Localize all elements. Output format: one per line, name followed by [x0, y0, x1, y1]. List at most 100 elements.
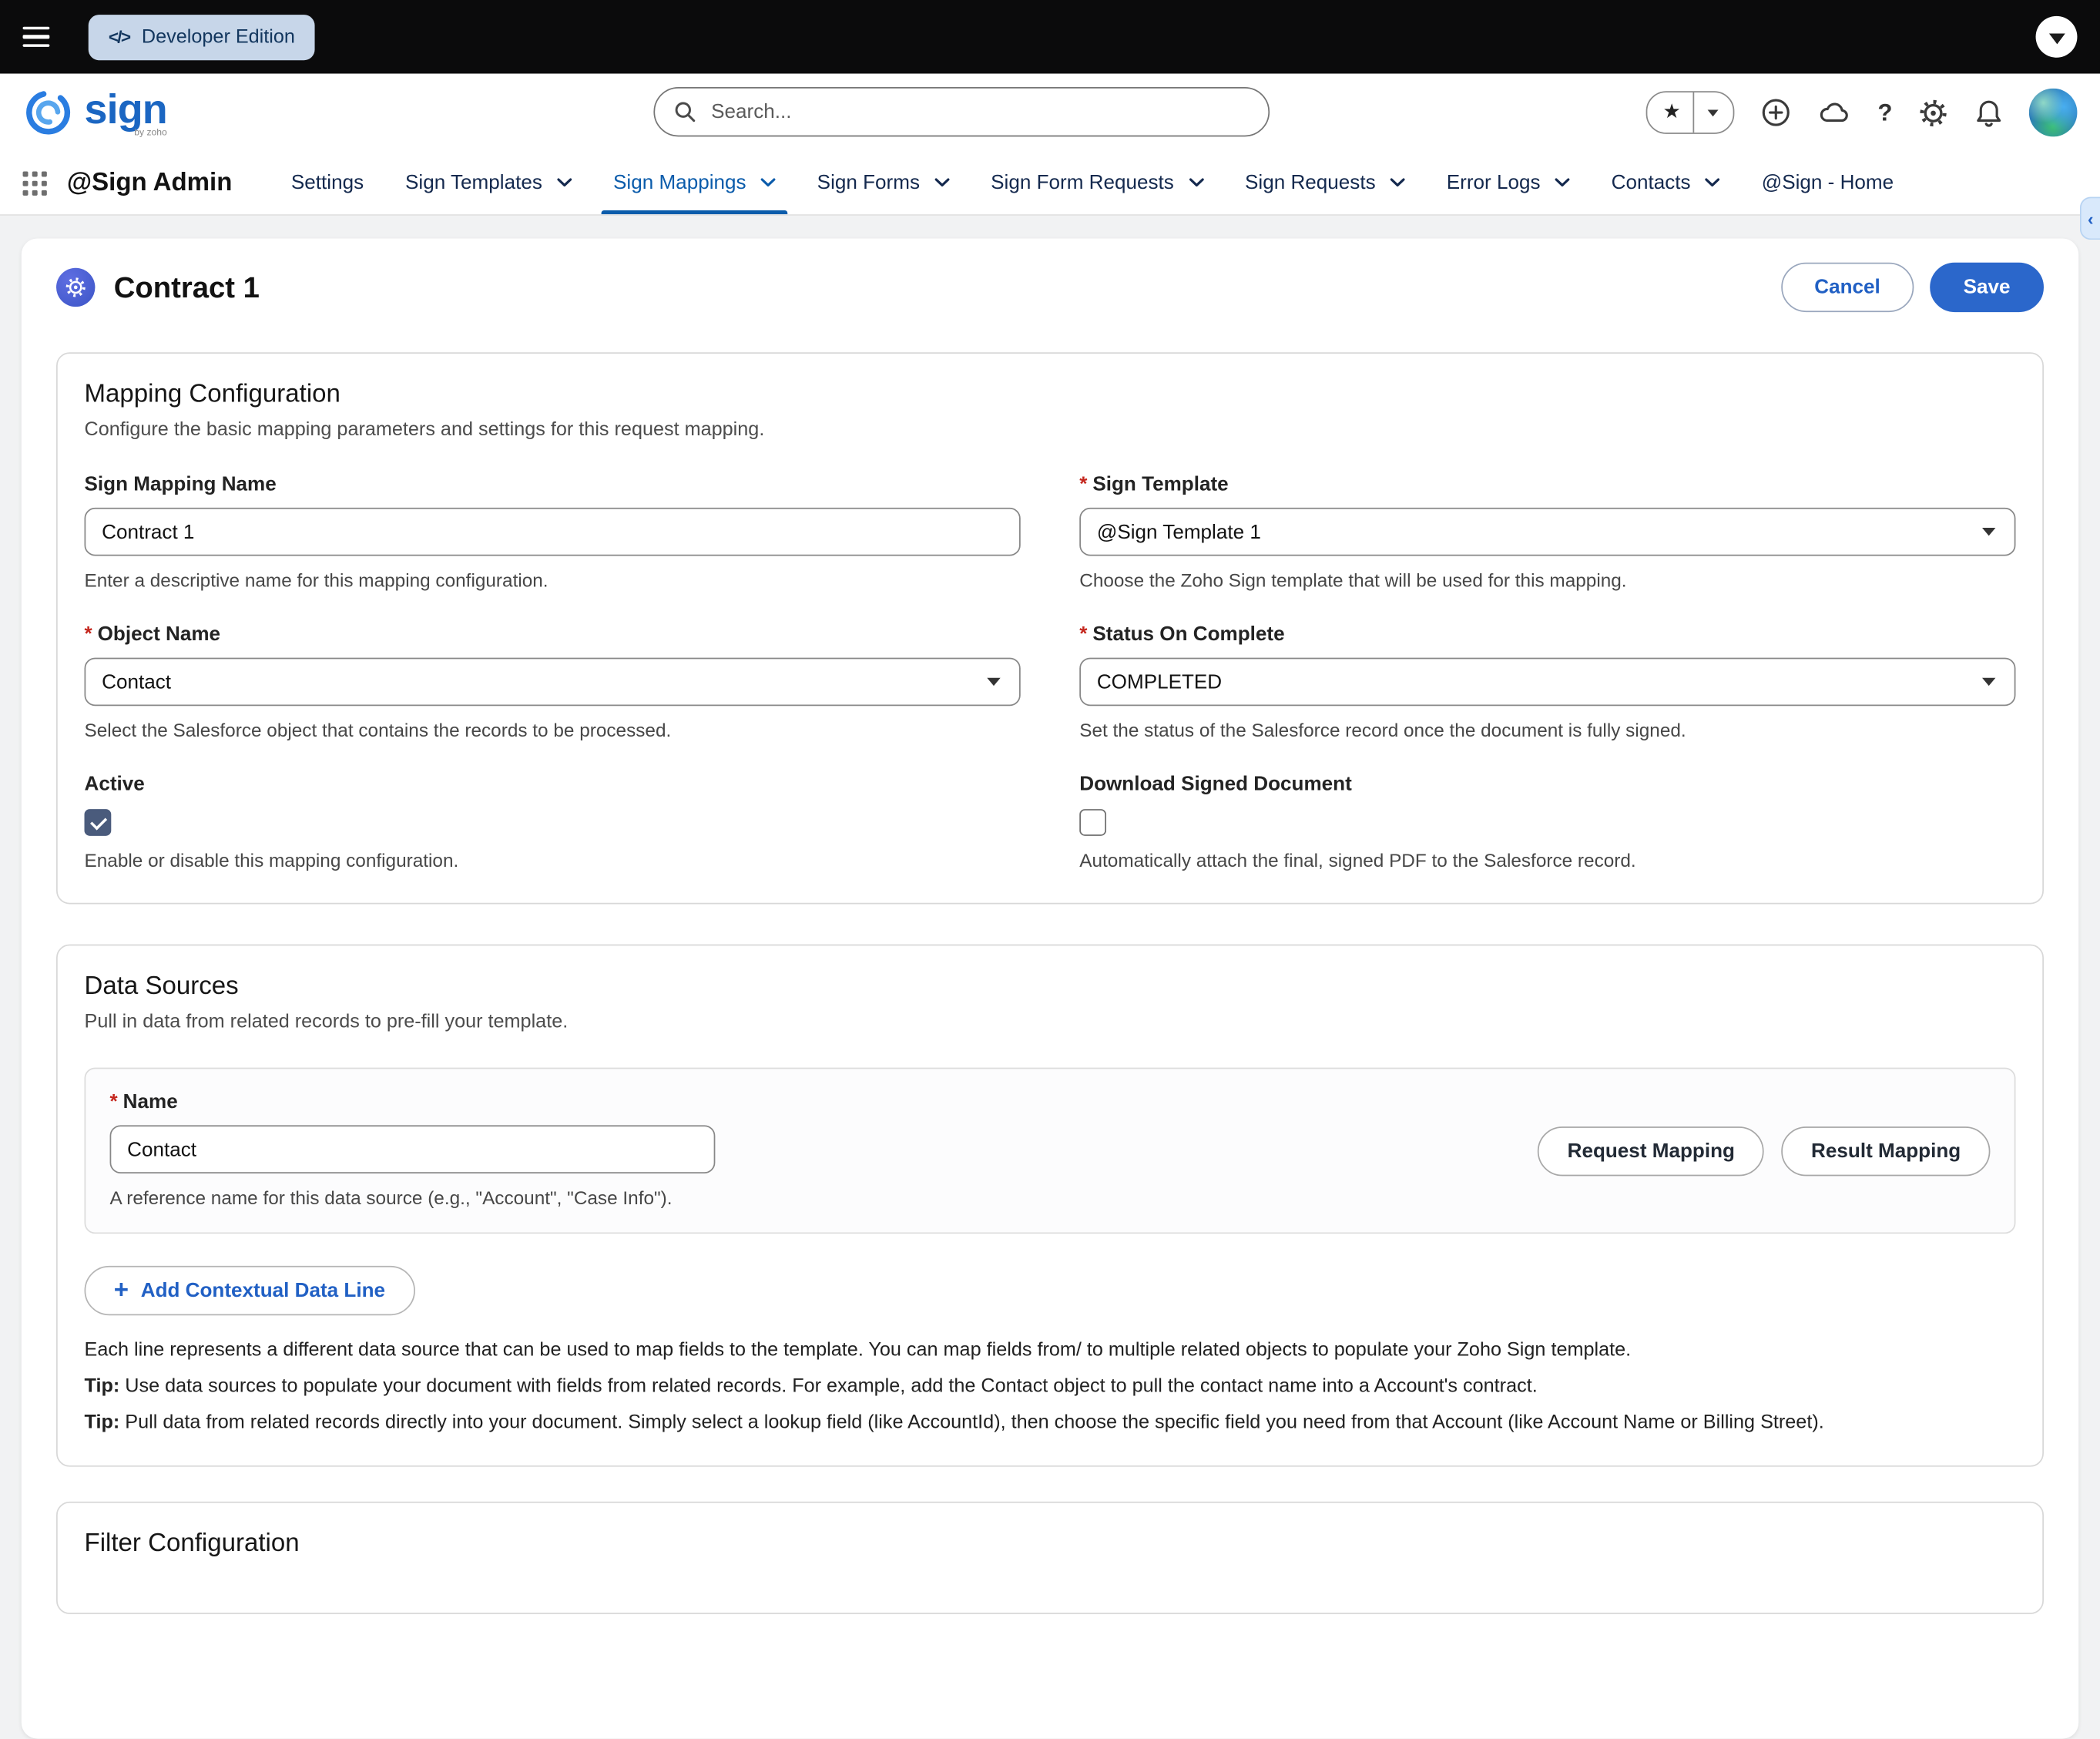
result-mapping-button[interactable]: Result Mapping	[1782, 1126, 1991, 1176]
nav-settings[interactable]: Settings	[291, 151, 364, 214]
app-name[interactable]: @Sign Admin	[67, 168, 232, 197]
chevron-down-icon	[1390, 178, 1405, 187]
caret-down-icon	[1982, 528, 1995, 535]
app-root: </> Developer Edition sign by zoho	[0, 0, 2100, 1539]
nav-sign-home[interactable]: @Sign - Home	[1762, 151, 1894, 214]
section-subtitle: Configure the basic mapping parameters a…	[85, 419, 2016, 441]
help-button[interactable]: ?	[1877, 99, 1892, 127]
field-status-on-complete: * Status On Complete COMPLETED Set the s…	[1079, 623, 2015, 740]
gear-icon	[64, 276, 87, 299]
nav-items: Settings Sign Templates Sign Mappings Si…	[291, 151, 1894, 214]
avatar[interactable]	[2029, 89, 2078, 137]
developer-edition-label: Developer Edition	[142, 26, 295, 48]
favorites-caret-button[interactable]	[1694, 109, 1733, 116]
notifications-button[interactable]	[1974, 97, 2004, 128]
chevron-down-icon	[557, 178, 572, 187]
data-sources-description: Each line represents a different data so…	[85, 1340, 2016, 1361]
required-asterisk: *	[1079, 623, 1087, 646]
page-content: Contract 1 Cancel Save Mapping Configura…	[0, 216, 2100, 1539]
zoho-sign-logo[interactable]: sign by zoho	[23, 87, 167, 138]
field-label: * Object Name	[85, 623, 1021, 646]
global-topbar: </> Developer Edition	[0, 0, 2100, 74]
data-source-name-input[interactable]	[110, 1125, 716, 1173]
nav-sign-requests[interactable]: Sign Requests	[1245, 151, 1405, 214]
setup-button[interactable]	[1918, 97, 1949, 128]
nav-error-logs[interactable]: Error Logs	[1447, 151, 1570, 214]
field-help: Enable or disable this mapping configura…	[85, 849, 1021, 871]
app-header: sign by zoho ★	[0, 74, 2100, 152]
utility-icons: ★ ?	[1645, 89, 2078, 137]
field-label: * Sign Template	[1079, 473, 2015, 496]
field-help: Select the Salesforce object that contai…	[85, 720, 1021, 741]
app-launcher-icon[interactable]	[23, 171, 47, 195]
page-title: Contract 1	[114, 270, 260, 304]
mapping-badge-icon	[56, 268, 95, 307]
field-help: A reference name for this data source (e…	[110, 1187, 716, 1208]
field-label: Active	[85, 773, 1021, 796]
active-checkbox[interactable]	[85, 809, 112, 836]
nav-sign-templates[interactable]: Sign Templates	[405, 151, 572, 214]
cancel-button[interactable]: Cancel	[1781, 263, 1914, 312]
logo-byline: by zoho	[134, 129, 167, 138]
nav-sign-form-requests[interactable]: Sign Form Requests	[991, 151, 1203, 214]
field-label: Download Signed Document	[1079, 773, 2015, 796]
data-source-name-field: * Name A reference name for this data so…	[110, 1090, 716, 1208]
download-signed-document-checkbox[interactable]	[1079, 809, 1106, 836]
logo-wordmark: sign	[85, 92, 167, 127]
page-header: Contract 1 Cancel Save	[56, 263, 2044, 312]
sign-mapping-name-input[interactable]	[85, 508, 1021, 556]
topbar-caret-button[interactable]	[2036, 16, 2078, 58]
side-panel-toggle[interactable]: ‹	[2080, 197, 2100, 240]
guidance-button[interactable]	[1817, 98, 1852, 127]
field-label: * Name	[110, 1090, 716, 1113]
chevron-down-icon	[761, 178, 776, 187]
menu-icon[interactable]	[23, 26, 50, 47]
global-actions-button[interactable]	[1760, 96, 1792, 129]
favorites-star-icon[interactable]: ★	[1647, 94, 1693, 132]
chevron-down-icon	[1706, 178, 1720, 187]
chevron-down-icon	[1555, 178, 1570, 187]
field-active: Active Enable or disable this mapping co…	[85, 773, 1021, 871]
required-asterisk: *	[110, 1090, 118, 1113]
nav-sign-forms[interactable]: Sign Forms	[817, 151, 950, 214]
tip-line: Tip: Pull data from related records dire…	[85, 1412, 2016, 1433]
field-help: Set the status of the Salesforce record …	[1079, 720, 2015, 741]
section-subtitle: Pull in data from related records to pre…	[85, 1012, 2016, 1033]
field-object-name: * Object Name Contact Select the Salesfo…	[85, 623, 1021, 740]
plus-icon: +	[114, 1278, 129, 1304]
chevron-down-icon	[1189, 178, 1203, 187]
caret-down-icon	[1708, 109, 1719, 116]
caret-down-icon	[987, 678, 1000, 686]
field-label: * Status On Complete	[1079, 623, 2015, 646]
chevron-left-icon: ‹	[2088, 208, 2094, 228]
status-on-complete-select[interactable]: COMPLETED	[1079, 658, 2015, 707]
required-asterisk: *	[1079, 473, 1087, 496]
filter-configuration-section: Filter Configuration	[56, 1502, 2044, 1614]
gear-icon	[1918, 97, 1949, 128]
nav-sign-mappings[interactable]: Sign Mappings	[613, 151, 776, 214]
tip-line: Tip: Use data sources to populate your d…	[85, 1375, 2016, 1397]
bell-icon	[1974, 97, 2004, 128]
save-button[interactable]: Save	[1930, 263, 2044, 312]
sign-template-select[interactable]: @Sign Template 1	[1079, 508, 2015, 556]
field-sign-mapping-name: Sign Mapping Name Enter a descriptive na…	[85, 473, 1021, 591]
request-mapping-button[interactable]: Request Mapping	[1538, 1126, 1764, 1176]
question-mark-icon: ?	[1877, 99, 1892, 127]
required-asterisk: *	[85, 623, 92, 646]
search-icon	[673, 100, 696, 123]
object-name-select[interactable]: Contact	[85, 658, 1021, 707]
data-source-actions: Request Mapping Result Mapping	[1538, 1126, 1990, 1176]
global-search[interactable]	[653, 87, 1270, 136]
mapping-configuration-section: Mapping Configuration Configure the basi…	[56, 352, 2044, 904]
main-card: Contract 1 Cancel Save Mapping Configura…	[22, 238, 2078, 1738]
caret-down-icon	[2048, 33, 2065, 44]
search-input[interactable]	[709, 99, 1250, 125]
data-sources-section: Data Sources Pull in data from related r…	[56, 945, 2044, 1467]
nav-contacts[interactable]: Contacts	[1612, 151, 1720, 214]
field-help: Automatically attach the final, signed P…	[1079, 849, 2015, 871]
favorites-control: ★	[1645, 91, 1735, 134]
add-contextual-data-line-button[interactable]: + Add Contextual Data Line	[85, 1266, 415, 1315]
field-help: Enter a descriptive name for this mappin…	[85, 569, 1021, 591]
header-actions: Cancel Save	[1781, 263, 2044, 312]
developer-edition-badge[interactable]: </> Developer Edition	[89, 14, 315, 59]
